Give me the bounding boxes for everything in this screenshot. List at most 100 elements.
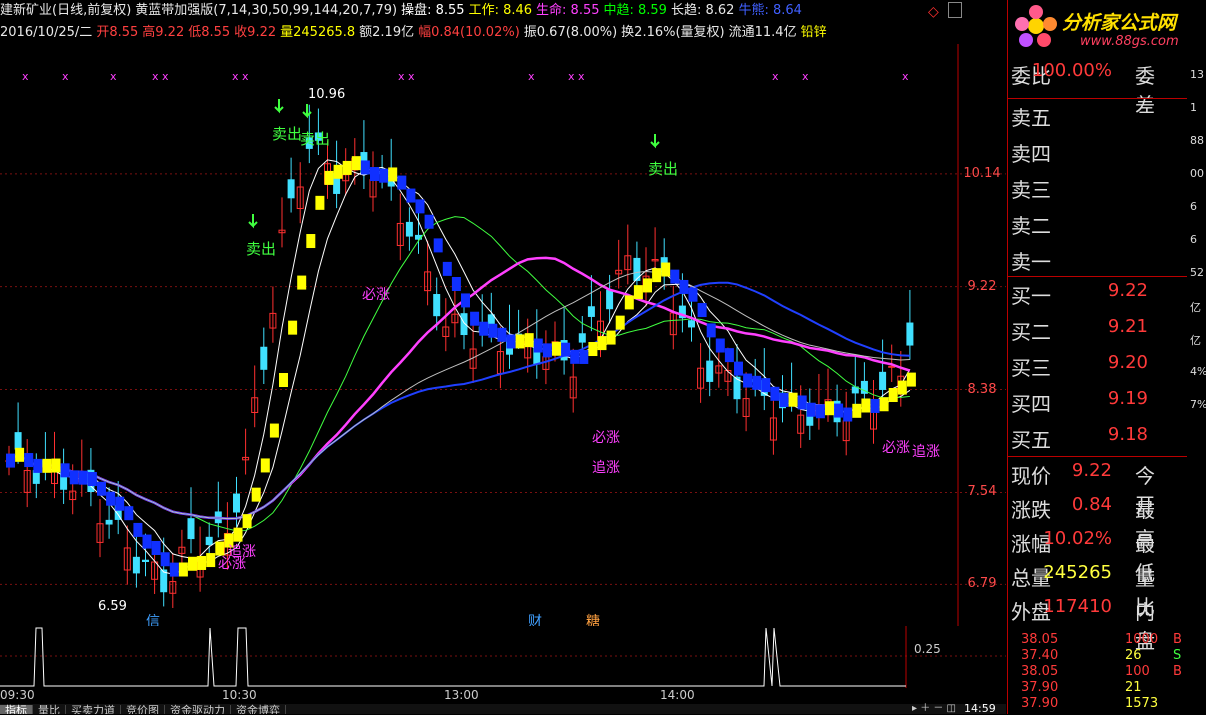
trend-band-block [178,562,188,577]
trend-band-block [743,373,753,388]
edge-value: 1 [1190,101,1197,114]
x-marker: x [242,70,249,83]
sell-arrow-icon [248,214,258,229]
time-tick-label: 14:00 [660,688,695,702]
time-tick-label: 13:00 [444,688,479,702]
quote-field-item: 收9.22 [234,25,277,40]
moving-average-line [8,159,911,575]
time-tick-label: 09:30 [0,688,35,702]
tab-5[interactable]: 资金博弈 [231,705,286,714]
x-marker: x [902,70,909,83]
order-book: 委比 100.00% 委差 卖五 卖四 卖三 卖二 卖一 买一 9.22 买二 9.21 买三 9.20 买… [1007,58,1187,653]
edge-value: 7% [1190,398,1206,411]
bottom-tabs: 指标 量比 买卖力道 竞价图 资金驱动力 资金博弈 [0,704,1006,714]
tab-4[interactable]: 资金驱动力 [165,705,231,714]
kline-chart[interactable]: 卖出卖出卖出卖出必涨必涨必涨必涨追涨追涨追涨10.966.59财 糖信x x x x x x… [0,44,1006,626]
indicator-param-item: 操盘: 8.55 [401,3,465,18]
trend-band-block [652,268,662,283]
trend-band-block [406,188,416,203]
trend-band-block [579,349,589,364]
trend-band-block [597,336,607,351]
edge-value: 亿 [1190,301,1201,314]
indicator-panel[interactable] [0,626,1006,688]
trend-band-block [906,372,916,387]
trend-band-block [533,338,543,353]
candle-body [688,320,695,328]
trend-band-block [815,404,825,419]
trend-band-block [124,506,134,521]
sell-signal-label: 卖出 [246,240,276,258]
price-tick-label: 7.54 [967,484,997,500]
price-tick-label: 9.22 [967,278,997,294]
x-marker: x [110,70,117,83]
trade-price: 38.05 [1021,664,1059,679]
trend-band-block [734,361,743,376]
x-marker: x [568,70,575,83]
trend-band-block [397,175,407,190]
trend-band-block [33,458,43,473]
buy-level-label: 买三 [1011,356,1051,380]
sell-signal-label: 卖出 [272,125,302,143]
rise-signal-label: 必涨 [362,287,390,303]
candle-body [160,569,168,593]
trend-band-block [169,562,179,577]
trend-band-block [87,472,97,487]
rise-signal-label: 必涨 [882,440,910,456]
sell-signal-label: 卖出 [648,160,678,178]
trend-band-block [697,303,707,318]
edge-value: 6 [1190,233,1197,246]
trend-band-block [333,164,343,179]
trend-band-block [797,395,807,410]
buy-level-label: 买一 [1011,284,1051,308]
trend-band-block [715,338,725,353]
indicator-param-item: 工作: 8.46 [468,3,533,18]
panel-divider [1007,456,1187,457]
quote-field-item: 开8.55 [96,25,139,40]
news-marker-xin: 信 [146,614,160,626]
stat-row: 涨幅 10.02% 最低 [1007,528,1162,585]
trend-band-block [870,398,880,413]
weibi-row-value: 100.00% [1031,60,1112,81]
stat-row-label: 涨跌 [1011,498,1051,522]
buy-level: 买一 9.22 [1007,280,1162,316]
indicator-param-item: 建新矿业(日线,前复权) [0,3,132,18]
quote-field-item: 2016/10/25/二 [0,25,93,40]
trend-band-block [879,397,889,412]
time-tick-label: 10:30 [222,688,257,702]
quote-field-item: 低8.55 [188,25,231,40]
quote-field-item: 流通11.4亿 [728,25,797,40]
tab-0[interactable]: 指标 [0,705,33,714]
tab-1[interactable]: 量比 [33,705,66,714]
trend-band-block [706,323,716,338]
trend-band-block [470,311,480,326]
quote-field-item: 额2.19亿 [359,25,415,40]
x-marker: x [162,70,169,83]
tab-3[interactable]: 竞价图 [121,705,165,714]
sell-level-label: 卖五 [1011,106,1051,130]
tab-2[interactable]: 买卖力道 [66,705,121,714]
x-marker: x [802,70,809,83]
low-price-label: 6.59 [98,599,127,614]
trend-band-block [761,378,771,393]
trend-band-block [825,401,834,416]
buy-level-label: 买二 [1011,320,1051,344]
trend-band-block [570,349,580,364]
sell-level-label: 卖三 [1011,178,1051,202]
diamond-icon[interactable]: ◇ [928,4,940,20]
trade-volume: 100 [1125,664,1150,679]
trend-band-block [42,458,52,473]
candle-body [142,559,149,562]
trend-band-block [615,315,625,330]
stat-row-value: 245265 [1043,562,1112,583]
candle-body [132,556,140,574]
trade-row: 37.90 1573 [1007,696,1187,713]
trend-band-block [197,555,207,570]
trend-band-block [679,279,689,294]
trend-band-block [324,170,334,185]
stat-row-value: 10.02% [1043,528,1112,549]
sell-arrow-icon [650,134,660,149]
window-box-icon[interactable] [948,2,962,18]
x-marker: x [578,70,585,83]
stat-row-value: 9.22 [1071,460,1112,481]
trend-band-block [424,214,434,229]
